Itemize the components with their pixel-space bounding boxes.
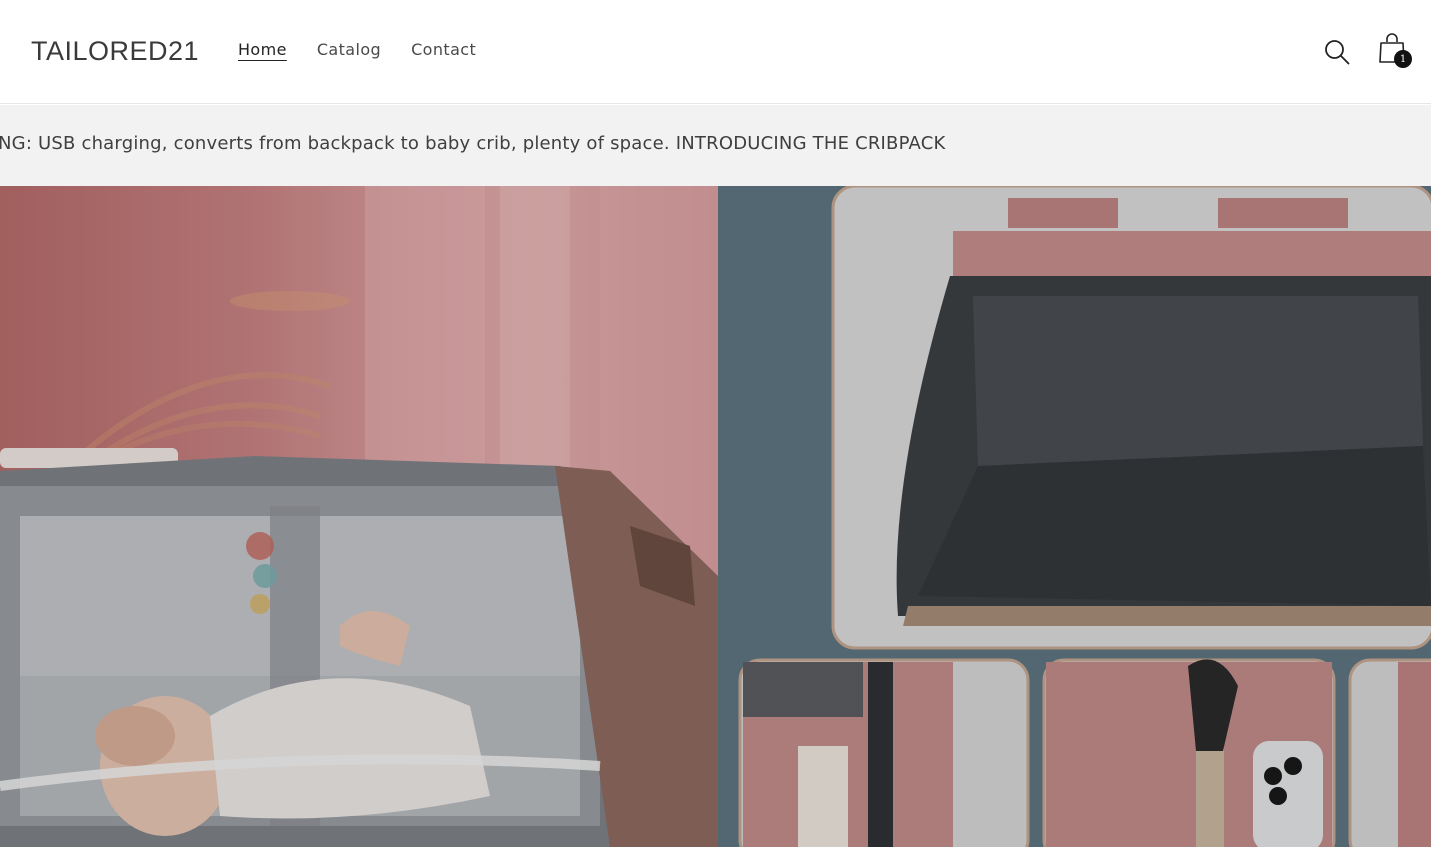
- announcement-text: NG: USB charging, converts from backpack…: [0, 133, 946, 154]
- search-button[interactable]: [1321, 36, 1353, 68]
- hero-left-image: [0, 186, 718, 847]
- hero-banner: [0, 186, 1431, 847]
- search-icon: [1325, 40, 1350, 65]
- backpack-collage-photo: [738, 186, 1431, 847]
- hero-right-image: [718, 186, 1431, 847]
- main-nav: Home Catalog Contact: [238, 40, 476, 59]
- announcement-bar: NG: USB charging, converts from backpack…: [0, 105, 1431, 186]
- nav-catalog-link[interactable]: Catalog: [317, 40, 381, 59]
- nav-home-link[interactable]: Home: [238, 40, 287, 59]
- baby-crib-photo: [0, 186, 718, 847]
- site-header: TAILORED21 Home Catalog Contact 1: [0, 0, 1431, 104]
- nav-contact-link[interactable]: Contact: [411, 40, 476, 59]
- cart-count-badge: 1: [1394, 50, 1412, 68]
- store-logo[interactable]: TAILORED21: [31, 36, 199, 67]
